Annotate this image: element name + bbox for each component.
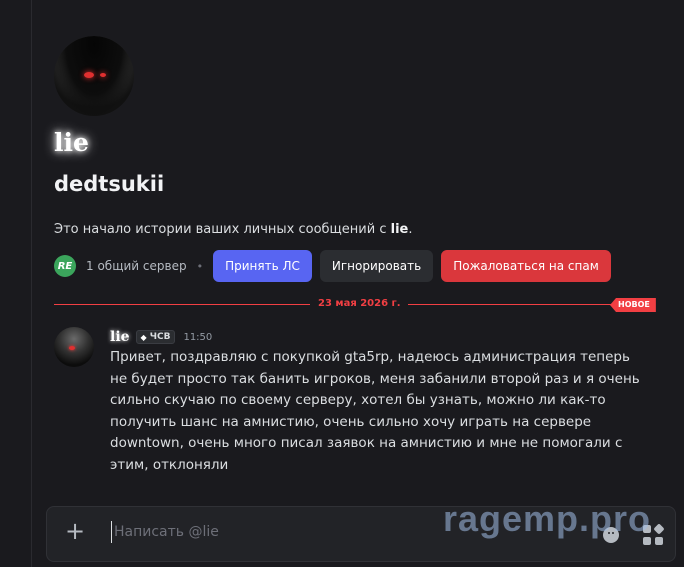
avatar-art bbox=[54, 36, 134, 116]
server-tag[interactable]: ◆ ЧСВ bbox=[135, 330, 176, 344]
new-messages-divider: 23 мая 2026 г. НОВОЕ bbox=[54, 298, 657, 312]
profile-display-name: lie bbox=[54, 128, 89, 157]
plus-icon[interactable]: + bbox=[63, 519, 87, 543]
server-icon[interactable]: RE bbox=[54, 255, 76, 277]
message-header: lie ◆ ЧСВ 11:50 bbox=[110, 328, 212, 346]
separator-dot: • bbox=[196, 259, 204, 273]
new-badge: НОВОЕ bbox=[610, 298, 656, 312]
intro-prefix: Это начало истории ваших личных сообщени… bbox=[54, 222, 391, 237]
divider-line bbox=[408, 304, 612, 305]
avatar-eye bbox=[100, 73, 106, 77]
watermark: ragemp.pro bbox=[443, 498, 652, 539]
apps-icon-square bbox=[653, 523, 665, 535]
divider-line bbox=[54, 304, 310, 305]
dm-channel: lie dedtsukii Это начало истории ваших л… bbox=[33, 0, 684, 567]
intro-suffix: . bbox=[408, 222, 413, 237]
message-content: Привет, поздравляю с покупкой gta5rp, на… bbox=[110, 349, 640, 473]
avatar-eye bbox=[69, 346, 75, 350]
dm-page: lie dedtsukii Это начало истории ваших л… bbox=[0, 0, 684, 567]
message-author[interactable]: lie bbox=[110, 329, 130, 345]
message-avatar[interactable] bbox=[54, 327, 94, 367]
intro-name: lie bbox=[390, 222, 409, 237]
profile-avatar[interactable] bbox=[54, 36, 134, 116]
divider-date: 23 мая 2026 г. bbox=[318, 298, 401, 309]
apps-icon-square bbox=[655, 537, 663, 545]
profile-username: dedtsukii bbox=[54, 172, 165, 196]
dm-intro-text: Это начало истории ваших личных сообщени… bbox=[54, 222, 412, 237]
server-tag-label: ЧСВ bbox=[149, 332, 171, 342]
mutual-servers-link[interactable]: 1 общий сервер bbox=[86, 259, 187, 273]
diamond-icon: ◆ bbox=[140, 332, 147, 342]
accept-dm-button[interactable]: Принять ЛС bbox=[213, 250, 312, 282]
report-spam-button[interactable]: Пожаловаться на спам bbox=[441, 250, 611, 282]
avatar-eye bbox=[84, 72, 94, 78]
left-rail bbox=[0, 0, 32, 567]
ignore-button[interactable]: Игнорировать bbox=[319, 250, 434, 282]
message-timestamp: 11:50 bbox=[183, 331, 213, 343]
mutual-actions-row: RE 1 общий сервер • Принять ЛС Игнориров… bbox=[54, 250, 619, 282]
